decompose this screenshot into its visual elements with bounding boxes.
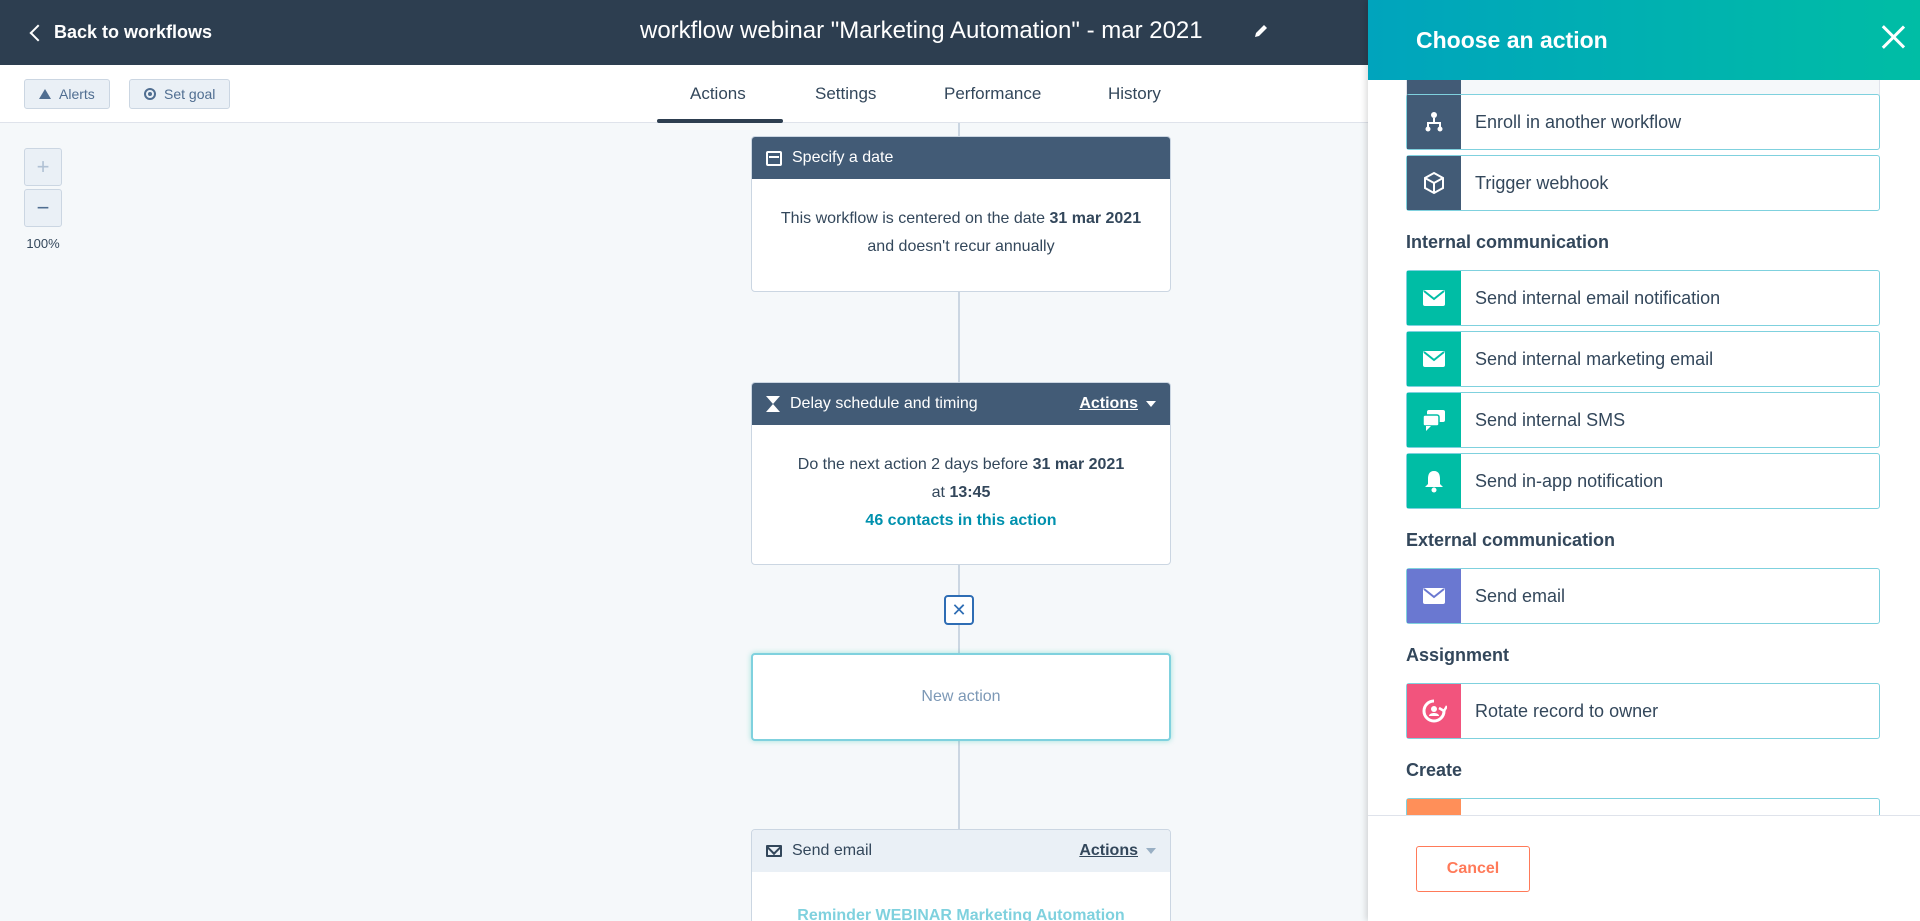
action-icon	[1407, 799, 1461, 815]
calendar-icon	[766, 150, 782, 166]
card-actions-menu[interactable]: Actions	[1079, 842, 1156, 860]
caret-down-icon	[1146, 401, 1156, 407]
action-trigger-webhook[interactable]: Trigger webhook	[1406, 155, 1880, 211]
section-title: Internal communication	[1406, 232, 1610, 252]
action-label: Send internal marketing email	[1475, 348, 1714, 369]
zoom-out-button[interactable]: −	[24, 189, 62, 227]
send-email-card[interactable]: Send email Actions Reminder WEBINAR Mark…	[751, 829, 1171, 921]
card-text: Do the next action 2 days before	[797, 456, 1033, 473]
workflow-toolbar: Alerts Set goal Actions Settings Perform…	[0, 65, 1368, 123]
action-send-email[interactable]: Send email	[1406, 568, 1880, 624]
action-label: Send in-app notification	[1475, 470, 1664, 491]
hourglass-icon	[766, 396, 780, 412]
back-to-workflows-link[interactable]: Back to workflows	[28, 22, 212, 43]
card-time: 13:45	[949, 484, 991, 501]
action-label: Trigger webhook	[1475, 172, 1609, 193]
card-text: at	[931, 484, 950, 501]
section-title: External communication	[1406, 530, 1616, 550]
connector-line	[958, 625, 960, 653]
panel-footer: Cancel	[1368, 815, 1920, 921]
connector-line	[958, 565, 960, 595]
card-header: Delay schedule and timing Actions	[752, 383, 1170, 425]
specify-date-card[interactable]: Specify a date This workflow is centered…	[751, 136, 1171, 292]
bell-icon	[1407, 454, 1461, 508]
card-date: 31 mar 2021	[1032, 456, 1125, 473]
card-title: Delay schedule and timing	[790, 395, 978, 412]
envelope-icon	[1407, 271, 1461, 325]
set-goal-label: Set goal	[164, 86, 216, 102]
cube-icon	[1407, 156, 1461, 210]
action-list[interactable]: Enroll in another workflow Trigger webho…	[1368, 80, 1920, 815]
email-name-link[interactable]: Reminder WEBINAR Marketing Automation	[797, 907, 1124, 921]
tab-settings[interactable]: Settings	[815, 84, 876, 104]
action-enroll-workflow[interactable]: Enroll in another workflow	[1406, 94, 1880, 150]
card-text: and doesn't recur annually	[867, 238, 1055, 255]
card-header: Specify a date	[752, 137, 1170, 179]
alerts-label: Alerts	[59, 86, 95, 102]
tab-performance[interactable]: Performance	[944, 84, 1041, 104]
card-body: Do the next action 2 days before 31 mar …	[752, 425, 1170, 555]
actions-label: Actions	[1079, 842, 1138, 859]
tab-actions[interactable]: Actions	[690, 84, 746, 104]
cancel-button[interactable]: Cancel	[1416, 846, 1530, 892]
set-goal-button[interactable]: Set goal	[129, 79, 231, 109]
card-actions-menu[interactable]: Actions	[1079, 395, 1156, 413]
workflow-title[interactable]: workflow webinar "Marketing Automation" …	[640, 17, 1203, 45]
action-rotate-record-owner[interactable]: Rotate record to owner	[1406, 683, 1880, 739]
action-internal-marketing-email[interactable]: Send internal marketing email	[1406, 331, 1880, 387]
back-link-label: Back to workflows	[54, 22, 213, 42]
action-label: Enroll in another workflow	[1475, 111, 1682, 132]
action-label: Rotate record to owner	[1475, 700, 1659, 721]
alerts-button[interactable]: Alerts	[24, 79, 110, 109]
connector-line	[958, 292, 960, 382]
caret-down-icon	[1146, 848, 1156, 854]
new-action-label: New action	[921, 688, 1001, 705]
new-action-placeholder[interactable]: New action	[751, 653, 1171, 741]
actions-label: Actions	[1079, 395, 1138, 412]
section-title: Assignment	[1406, 645, 1510, 665]
active-tab-indicator	[657, 119, 783, 123]
card-header: Send email Actions	[752, 830, 1170, 872]
action-in-app-notification[interactable]: Send in-app notification	[1406, 453, 1880, 509]
action-label: Send email	[1475, 585, 1566, 606]
card-body: This workflow is centered on the date 31…	[752, 179, 1170, 281]
section-title: Create	[1406, 760, 1463, 780]
tab-history[interactable]: History	[1108, 84, 1161, 104]
rotate-icon	[1407, 684, 1461, 738]
pencil-icon[interactable]	[1252, 22, 1270, 40]
zoom-in-button[interactable]: +	[24, 148, 62, 186]
card-date: 31 mar 2021	[1049, 210, 1142, 227]
remove-action-button[interactable]: ✕	[944, 595, 974, 625]
workflow-header: Back to workflows workflow webinar "Mark…	[0, 0, 1368, 65]
panel-header: Choose an action	[1368, 0, 1920, 80]
target-icon	[144, 88, 156, 100]
action-label: Send internal SMS	[1475, 409, 1626, 430]
envelope-icon	[1407, 332, 1461, 386]
card-title: Send email	[792, 842, 873, 859]
card-text: This workflow is centered on the date	[780, 210, 1050, 227]
zoom-level: 100%	[26, 236, 60, 251]
envelope-icon	[1407, 569, 1461, 623]
card-body: Reminder WEBINAR Marketing Automation	[752, 872, 1170, 921]
action-label: Send internal email notification	[1475, 287, 1721, 308]
warning-icon	[39, 89, 51, 99]
contacts-link[interactable]: 46 contacts in this action	[865, 512, 1056, 529]
chat-icon	[1407, 393, 1461, 447]
connector-line	[958, 741, 960, 829]
action-internal-sms[interactable]: Send internal SMS	[1406, 392, 1880, 448]
action-item[interactable]	[1406, 798, 1880, 815]
envelope-icon	[766, 845, 782, 857]
panel-title: Choose an action	[1416, 26, 1608, 53]
chevron-left-icon	[29, 24, 47, 41]
close-icon[interactable]	[1880, 24, 1906, 50]
workflow-tree-icon	[1407, 95, 1461, 149]
choose-action-panel: Choose an action Enroll in another workf…	[1368, 0, 1920, 921]
connector-line	[958, 123, 960, 136]
delay-card[interactable]: Delay schedule and timing Actions Do the…	[751, 382, 1171, 565]
card-title: Specify a date	[792, 149, 894, 166]
action-internal-email-notification[interactable]: Send internal email notification	[1406, 270, 1880, 326]
